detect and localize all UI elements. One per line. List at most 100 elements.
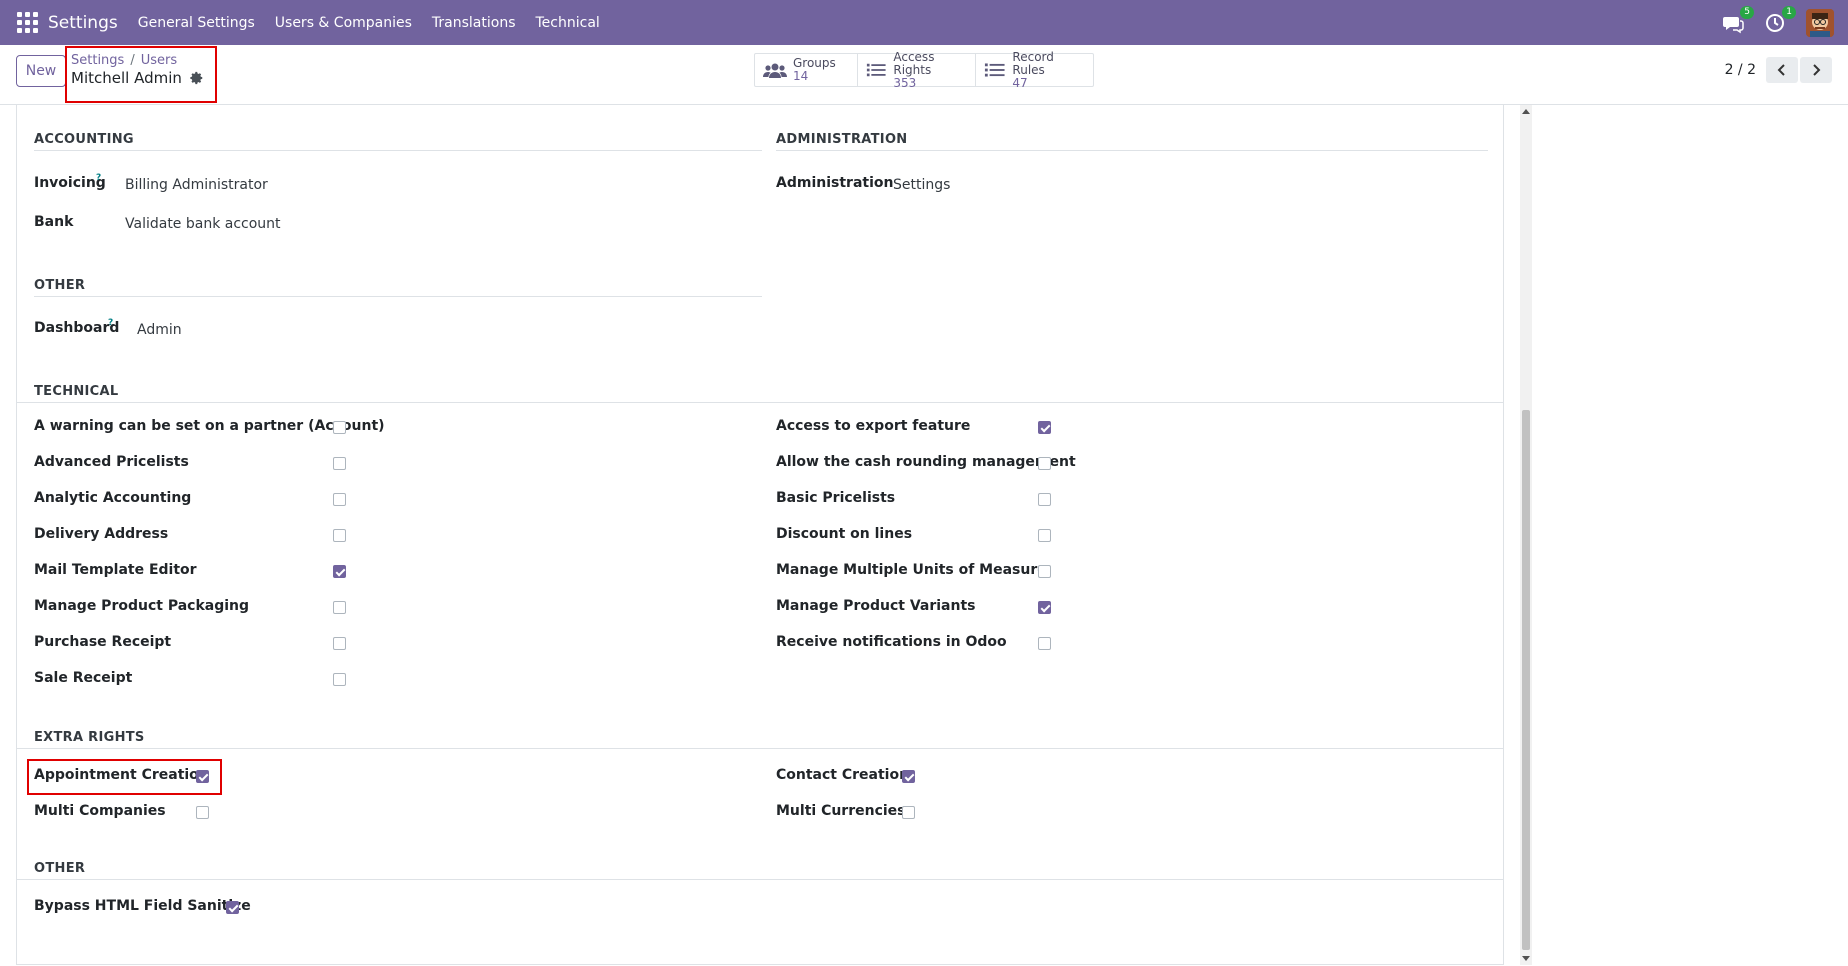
list-icon: [866, 63, 886, 77]
new-button[interactable]: New: [16, 55, 66, 87]
top-navbar: Settings General Settings Users & Compan…: [0, 0, 1848, 45]
record-rules-count: 47: [1012, 75, 1028, 90]
record-rules-smart-button[interactable]: Record Rules 47: [976, 49, 1093, 89]
technical-right-checkbox[interactable]: [1038, 601, 1051, 614]
extra-rights-left-checkbox[interactable]: [196, 806, 209, 819]
record-title: Mitchell Admin: [71, 69, 204, 87]
technical-left-label: Delivery Address: [34, 526, 169, 542]
technical-left-label: Sale Receipt: [34, 670, 133, 686]
scroll-down-arrow-icon[interactable]: [1522, 956, 1530, 961]
technical-left-checkbox[interactable]: [333, 637, 346, 650]
record-name: Mitchell Admin: [71, 69, 182, 87]
technical-left-label: A warning can be set on a partner (Accou…: [34, 418, 385, 434]
user-avatar[interactable]: [1806, 8, 1834, 37]
technical-right-label: Manage Multiple Units of Measure: [776, 562, 1047, 578]
technical-right-checkbox[interactable]: [1038, 637, 1051, 650]
section-title-other: OTHER: [34, 861, 86, 876]
technical-right-checkbox[interactable]: [1038, 421, 1051, 434]
pager-previous-button[interactable]: [1766, 57, 1798, 83]
administration-select[interactable]: Settings: [893, 177, 950, 193]
access-rights-smart-button[interactable]: Access Rights 353: [858, 49, 976, 89]
invoicing-select[interactable]: Billing Administrator: [125, 177, 268, 193]
groups-smart-button[interactable]: Groups 14: [755, 54, 858, 86]
users-icon: [763, 63, 787, 78]
extra-rights-left-checkbox[interactable]: [196, 770, 209, 783]
extra-rights-left-label: Appointment Creation: [34, 767, 209, 783]
technical-left-label: Manage Product Packaging: [34, 598, 250, 614]
technical-right-label: Access to export feature: [776, 418, 971, 434]
other-label: Bypass HTML Field Sanitize: [34, 898, 251, 914]
technical-right-label: Discount on lines: [776, 526, 913, 542]
vertical-scrollbar[interactable]: [1520, 105, 1532, 965]
extra-rights-right-checkbox[interactable]: [902, 806, 915, 819]
bank-label: Bank: [34, 214, 74, 230]
technical-right-checkbox[interactable]: [1038, 493, 1051, 506]
help-tooltip-icon[interactable]: ?: [96, 173, 101, 183]
technical-left-label: Analytic Accounting: [34, 490, 192, 506]
technical-right-label: Receive notifications in Odoo: [776, 634, 1007, 650]
record-rules-label: Record Rules: [1012, 49, 1054, 77]
other-checkbox[interactable]: [226, 901, 239, 914]
help-tooltip-icon[interactable]: ?: [108, 318, 113, 328]
technical-right-checkbox[interactable]: [1038, 457, 1051, 470]
technical-left-label: Purchase Receipt: [34, 634, 172, 650]
smart-buttons: Groups 14 Access Rights 353 Record Rules 47: [754, 49, 1094, 89]
dashboard-select[interactable]: Admin: [137, 322, 182, 338]
section-title-administration: ADMINISTRATION: [776, 132, 908, 147]
app-brand[interactable]: Settings: [48, 13, 118, 33]
breadcrumb: Settings / Users: [71, 53, 178, 68]
technical-right-label: Manage Product Variants: [776, 598, 976, 614]
pager-next-button[interactable]: [1800, 57, 1832, 83]
menu-technical[interactable]: Technical: [536, 15, 600, 31]
breadcrumb-users[interactable]: Users: [141, 53, 177, 68]
technical-right-checkbox[interactable]: [1038, 529, 1051, 542]
section-title-technical: TECHNICAL: [34, 384, 119, 399]
extra-rights-left-label: Multi Companies: [34, 803, 166, 819]
extra-rights-right-label: Contact Creation: [776, 767, 910, 783]
activities-badge: 1: [1782, 5, 1796, 19]
activities-clock-icon[interactable]: 1: [1764, 5, 1796, 34]
technical-left-checkbox[interactable]: [333, 673, 346, 686]
section-divider: [34, 150, 762, 151]
technical-right-label: Basic Pricelists: [776, 490, 896, 506]
technical-right-checkbox[interactable]: [1038, 565, 1051, 578]
chevron-right-icon: [1813, 64, 1821, 76]
dashboard-label: Dashboard: [34, 320, 120, 336]
bank-select[interactable]: Validate bank account: [125, 216, 281, 232]
gear-icon[interactable]: [190, 71, 204, 85]
extra-rights-right-label: Multi Currencies: [776, 803, 906, 819]
form-sheet: ACCOUNTING Invoicing ? Billing Administr…: [16, 105, 1504, 965]
section-divider: [34, 296, 762, 297]
technical-left-checkbox[interactable]: [333, 529, 346, 542]
list-icon: [984, 63, 1005, 77]
extra-rights-right-checkbox[interactable]: [902, 770, 915, 783]
section-divider: [17, 748, 1503, 749]
breadcrumb-settings[interactable]: Settings: [71, 53, 124, 68]
technical-left-checkbox[interactable]: [333, 601, 346, 614]
messages-icon[interactable]: 5: [1722, 5, 1754, 34]
section-divider: [776, 150, 1488, 151]
section-title-other: OTHER: [34, 278, 86, 293]
administration-label: Administration: [776, 175, 894, 191]
technical-left-checkbox[interactable]: [333, 565, 346, 578]
chevron-left-icon: [1777, 64, 1785, 76]
scroll-up-arrow-icon[interactable]: [1522, 109, 1530, 114]
menu-translations[interactable]: Translations: [432, 15, 516, 31]
section-title-accounting: ACCOUNTING: [34, 132, 134, 147]
technical-right-label: Allow the cash rounding management: [776, 454, 1076, 470]
technical-left-label: Mail Template Editor: [34, 562, 197, 578]
access-rights-label: Access Rights: [893, 49, 935, 77]
technical-left-label: Advanced Pricelists: [34, 454, 189, 470]
section-title-extra-rights: EXTRA RIGHTS: [34, 730, 145, 745]
technical-left-checkbox[interactable]: [333, 421, 346, 434]
control-panel: New Settings / Users Mitchell Admin Groups…: [0, 45, 1848, 105]
technical-left-checkbox[interactable]: [333, 457, 346, 470]
section-divider: [17, 879, 1503, 880]
technical-left-checkbox[interactable]: [333, 493, 346, 506]
scroll-thumb[interactable]: [1522, 410, 1530, 950]
menu-users-companies[interactable]: Users & Companies: [275, 15, 412, 31]
pager-value[interactable]: 2 / 2: [1725, 62, 1756, 78]
access-rights-count: 353: [893, 75, 917, 90]
menu-general-settings[interactable]: General Settings: [138, 15, 255, 31]
apps-menu-icon[interactable]: [14, 10, 40, 36]
